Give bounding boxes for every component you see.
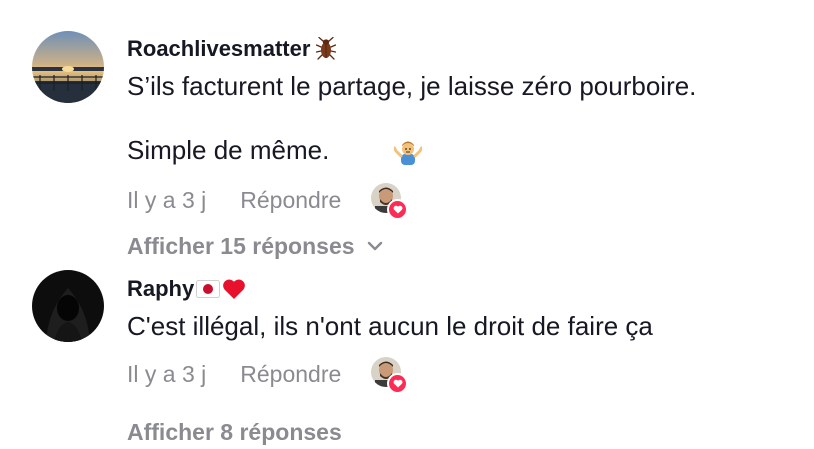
cockroach-emoji-icon [316, 37, 337, 61]
comment-timestamp: Il y a 3 j [127, 186, 207, 213]
avatar[interactable] [32, 270, 104, 342]
comment-username[interactable]: Raphy [127, 275, 794, 303]
view-replies-button[interactable]: Afficher 15 réponses [127, 229, 794, 263]
comment-text: C'est illégal, ils n'ont aucun le droit … [127, 311, 653, 341]
creator-liked-indicator [371, 357, 409, 394]
red-heart-icon [222, 278, 246, 300]
view-replies-button[interactable]: Afficher 8 réponses [127, 415, 794, 449]
comment-timestamp: Il y a 3 j [127, 360, 207, 387]
chevron-down-icon [367, 241, 383, 251]
comment-text: S’ils facturent le partage, je laisse zé… [127, 69, 794, 173]
creator-liked-indicator [371, 183, 409, 220]
reply-button[interactable]: Répondre [240, 187, 341, 214]
reply-button[interactable]: Répondre [240, 361, 341, 388]
avatar[interactable] [32, 31, 104, 103]
heart-icon [387, 373, 409, 394]
comment-username[interactable]: Roachlivesmatter [127, 35, 794, 63]
japan-flag-icon [196, 280, 221, 298]
heart-icon [387, 199, 409, 220]
person-shrugging-emoji-icon [337, 103, 424, 173]
